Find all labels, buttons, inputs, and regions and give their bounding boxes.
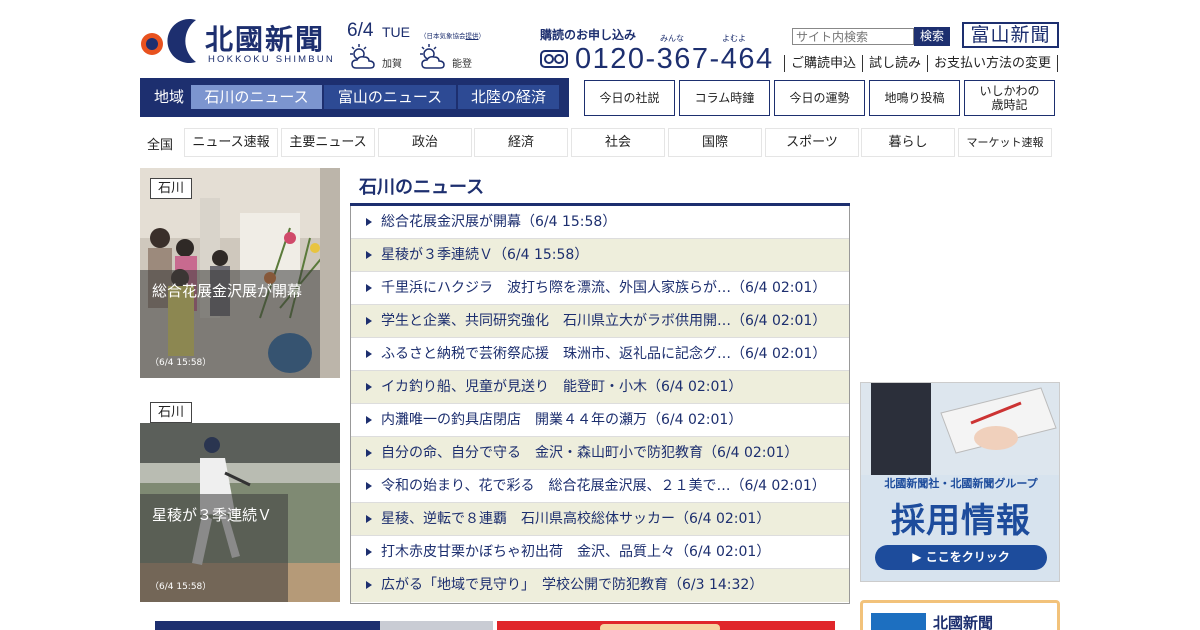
subscribe-phone-number[interactable]: 0120-367-464 (575, 43, 774, 76)
triangle-bullet-icon (366, 251, 372, 259)
category-market-news[interactable]: マーケット速報 (958, 128, 1052, 157)
weather-credit: （日本気象協会提供） (420, 32, 485, 40)
region-nav: 地域 石川のニュース 富山のニュース 北陸の経済 (140, 78, 569, 117)
category-lifestyle[interactable]: 暮らし (861, 128, 955, 157)
current-date: 6/4 (347, 20, 374, 41)
photo-caption[interactable]: 総合花展金沢展が開幕 （6/4 15:58） (140, 270, 320, 378)
site-search-input[interactable] (792, 28, 914, 45)
category-national-label: 全国 (147, 138, 174, 153)
triangle-bullet-icon (366, 515, 372, 523)
horoscope-button[interactable]: 今日の運勢 (774, 80, 865, 116)
list-item[interactable]: 内灘唯一の釣具店閉店 開業４４年の瀬万（6/4 02:01） (351, 404, 849, 437)
recruit-title: 採用情報 (891, 501, 1031, 541)
list-item[interactable]: 星稜、逆転で８連覇 石川県高校総体サッカー（6/4 02:01） (351, 503, 849, 536)
recruit-click-button[interactable]: ▶ ここをクリック (875, 545, 1047, 570)
promo-title: 北國新聞 (933, 614, 994, 630)
photo-caption[interactable]: 星稜が３季連続Ｖ （6/4 15:58） (140, 494, 288, 602)
list-item[interactable]: 千里浜にハクジラ 波打ち際を漂流、外国人家族らが…（6/4 02:01） (351, 272, 849, 305)
site-logo-subtitle: HOKKOKU SHIMBUN (208, 54, 335, 65)
list-item[interactable]: 学生と企業、共同研究強化 石川県立大がラボ供用開…（6/4 02:01） (351, 305, 849, 338)
list-item[interactable]: 総合花展金沢展が開幕（6/4 15:58） (351, 206, 849, 239)
category-top-news[interactable]: 主要ニュース (281, 128, 375, 157)
recruit-company: 北國新聞社・北國新聞グループ (884, 477, 1038, 490)
news-section-heading: 石川のニュース (359, 177, 485, 198)
hokkoku-logo-icon[interactable] (140, 16, 198, 64)
photo-time: （6/4 15:58） (150, 582, 212, 592)
list-item[interactable]: イカ釣り船、児童が見送り 能登町・小木（6/4 02:01） (351, 371, 849, 404)
subscription-links: ご購読申込 試し読み お支払い方法の変更 (784, 55, 1059, 72)
tab-toyama-news[interactable]: 富山のニュース (324, 85, 456, 109)
list-item[interactable]: 令和の始まり、花で彩る 総合花展金沢展、２１美で…（6/4 02:01） (351, 470, 849, 503)
tab-hokuriku-economy[interactable]: 北陸の経済 (458, 85, 559, 109)
triangle-bullet-icon (366, 482, 372, 490)
weather-area-noto: 能登 (452, 59, 472, 70)
photo-title: 総合花展金沢展が開幕 (152, 282, 303, 300)
recruit-banner[interactable]: 北國新聞社・北國新聞グループ 採用情報 ▶ ここをクリック (860, 382, 1060, 582)
promo-banner[interactable]: 北國新聞 (860, 600, 1060, 630)
column-jisho-button[interactable]: コラム時鐘 (679, 80, 770, 116)
list-item[interactable]: 広がる「地域で見守り」 学校公開で防犯教育（6/3 14:32） (351, 569, 849, 602)
triangle-bullet-icon (366, 581, 372, 589)
weather-area-kaga: 加賀 (382, 59, 402, 70)
subscribe-title[interactable]: 購読のお申し込み (540, 26, 636, 43)
triangle-bullet-icon (366, 383, 372, 391)
current-day: TUE (382, 24, 410, 40)
toyama-shimbun-link[interactable]: 富山新聞 (962, 22, 1059, 48)
list-item[interactable]: ふるさと納税で芸術祭応援 珠洲市、返礼品に記念グ…（6/4 02:01） (351, 338, 849, 371)
photo-time: （6/4 15:58） (150, 358, 212, 368)
category-society[interactable]: 社会 (571, 128, 665, 157)
triangle-bullet-icon (366, 284, 372, 292)
editorial-button[interactable]: 今日の社説 (584, 80, 675, 116)
news-list: 総合花展金沢展が開幕（6/4 15:58） 星稜が３季連続Ｖ（6/4 15:58… (350, 206, 850, 604)
triangle-bullet-icon (366, 416, 372, 424)
sun-cloud-icon[interactable] (347, 42, 377, 72)
triangle-bullet-icon (366, 317, 372, 325)
tab-ishikawa-news[interactable]: 石川のニュース (191, 85, 322, 109)
triangle-bullet-icon (366, 449, 372, 457)
list-item[interactable]: 打木赤皮甘栗かぼちゃ初出荷 金沢、品質上々（6/4 02:01） (351, 536, 849, 569)
search-button[interactable]: 検索 (914, 27, 950, 46)
category-breaking-news[interactable]: ニュース速報 (184, 128, 278, 157)
photo-region-tag: 石川 (150, 402, 192, 423)
reader-post-button[interactable]: 地鳴り投稿 (869, 80, 960, 116)
site-logo-text[interactable]: 北國新聞 (205, 18, 325, 58)
bottom-ad-image (600, 624, 720, 630)
weather-credit-link[interactable]: 提供 (466, 32, 479, 40)
freedial-icon (540, 50, 568, 68)
promo-logo-icon (871, 613, 926, 630)
triangle-bullet-icon (366, 218, 372, 226)
trial-read-link[interactable]: 試し読み (862, 55, 927, 72)
photo-title: 星稜が３季連続Ｖ (152, 506, 273, 524)
photo-region-tag: 石川 (150, 178, 192, 199)
payment-change-link[interactable]: お支払い方法の変更 (927, 55, 1057, 72)
sun-cloud-icon[interactable] (417, 42, 447, 72)
subscribe-apply-link[interactable]: ご購読申込 (784, 55, 862, 72)
category-economy[interactable]: 経済 (474, 128, 568, 157)
triangle-bullet-icon (366, 548, 372, 556)
category-politics[interactable]: 政治 (378, 128, 472, 157)
bottom-ad-image (380, 621, 493, 630)
category-international[interactable]: 国際 (668, 128, 762, 157)
list-item[interactable]: 星稜が３季連続Ｖ（6/4 15:58） (351, 239, 849, 272)
category-sports[interactable]: スポーツ (765, 128, 859, 157)
list-item[interactable]: 自分の命、自分で守る 金沢・森山町小で防犯教育（6/4 02:01） (351, 437, 849, 470)
triangle-bullet-icon (366, 350, 372, 358)
region-nav-label: 地域 (153, 88, 184, 106)
ishikawa-almanac-button[interactable]: いしかわの 歳時記 (964, 80, 1055, 116)
